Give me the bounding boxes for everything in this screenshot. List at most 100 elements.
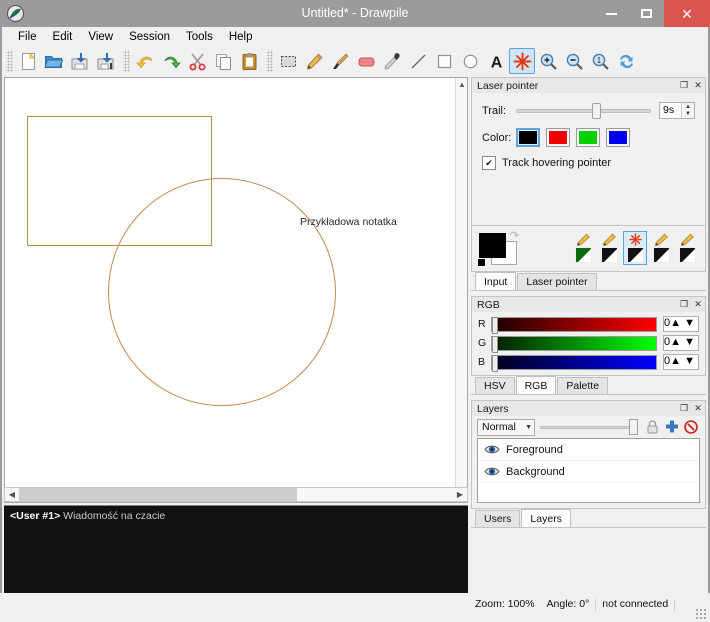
swap-colors-icon[interactable]: ↷	[510, 230, 519, 242]
float-icon[interactable]: ❐	[677, 298, 691, 312]
trail-slider[interactable]	[516, 102, 651, 119]
rgb-slider-handle-green[interactable]	[492, 335, 498, 353]
eye-icon[interactable]	[484, 466, 500, 478]
spin-down-icon[interactable]: ▼	[684, 355, 695, 367]
add-layer-button[interactable]	[662, 418, 681, 437]
float-icon[interactable]: ❐	[677, 79, 691, 93]
preset-laser[interactable]	[623, 231, 647, 265]
foreground-color-swatch[interactable]	[479, 232, 506, 258]
new-document-button[interactable]	[15, 48, 41, 74]
spin-up-icon[interactable]: ▲	[670, 355, 681, 367]
blend-mode-select[interactable]: Normal ▼	[477, 418, 535, 436]
spin-down-icon[interactable]: ▼	[684, 317, 695, 329]
laser-color-red[interactable]	[546, 128, 570, 147]
canvas-paper[interactable]: Przykładowa notatka	[5, 78, 455, 502]
float-icon[interactable]: ❐	[677, 402, 691, 416]
rgb-spinbox-blue[interactable]: 0 ▲ ▼	[663, 354, 699, 370]
laser-color-blue[interactable]	[606, 128, 630, 147]
tab-laser-pointer[interactable]: Laser pointer	[517, 273, 597, 290]
reset-rotation-button[interactable]	[613, 48, 639, 74]
tab-input[interactable]: Input	[475, 272, 517, 290]
spin-down-icon[interactable]: ▼	[682, 111, 694, 119]
zoom-original-button[interactable]: 1	[587, 48, 613, 74]
toolbar-grip-file[interactable]	[6, 50, 13, 72]
spin-up-icon[interactable]: ▲	[670, 317, 681, 329]
canvas-vertical-scrollbar[interactable]: ▲	[455, 78, 467, 502]
brush-tool[interactable]	[327, 48, 353, 74]
rgb-spinbox-green[interactable]: 0 ▲ ▼	[663, 335, 699, 351]
rgb-slider-handle-red[interactable]	[492, 316, 498, 334]
horizontal-scroll-thumb[interactable]	[19, 488, 297, 501]
tab-layers[interactable]: Layers	[521, 509, 571, 527]
spin-down-icon[interactable]: ▼	[684, 336, 695, 348]
tab-users[interactable]: Users	[475, 510, 521, 527]
trail-spin-arrows[interactable]: ▲ ▼	[681, 103, 694, 118]
ellipse-tool[interactable]	[457, 48, 483, 74]
preset-black-pencil-1[interactable]	[597, 231, 621, 265]
eraser-tool[interactable]	[353, 48, 379, 74]
toolbar-grip-tools[interactable]	[266, 50, 273, 72]
rectangle-tool[interactable]	[431, 48, 457, 74]
minimize-button[interactable]	[594, 0, 629, 27]
canvas-view[interactable]: Przykładowa notatka ▲	[4, 77, 468, 503]
close-icon[interactable]: ✕	[691, 79, 705, 93]
rgb-slider-handle-blue[interactable]	[492, 354, 498, 372]
reset-colors-icon[interactable]	[477, 257, 486, 267]
copy-button[interactable]	[210, 48, 236, 74]
menu-tools[interactable]: Tools	[178, 29, 221, 45]
preset-black-pencil-3[interactable]	[675, 231, 699, 265]
rgb-spin-arrows-red[interactable]: ▲ ▼	[670, 317, 695, 331]
zoom-in-button[interactable]	[535, 48, 561, 74]
toolbar-grip-edit[interactable]	[123, 50, 130, 72]
laser-pointer-tool[interactable]	[509, 48, 535, 74]
cut-button[interactable]	[184, 48, 210, 74]
save-button[interactable]	[67, 48, 93, 74]
track-hovering-pointer-checkbox[interactable]: ✔ Track hovering pointer	[482, 156, 695, 170]
color-selector[interactable]: ↷	[476, 230, 522, 267]
laser-color-green[interactable]	[576, 128, 600, 147]
layer-opacity-slider[interactable]	[540, 419, 638, 435]
scroll-left-icon[interactable]: ◀	[5, 488, 19, 501]
layer-row-background[interactable]: Background	[478, 461, 699, 483]
close-button[interactable]: ✕	[664, 0, 710, 27]
preset-green-pencil[interactable]	[571, 231, 595, 265]
close-icon[interactable]: ✕	[691, 402, 705, 416]
menu-view[interactable]: View	[80, 29, 121, 45]
horizontal-scroll-track[interactable]	[19, 488, 453, 501]
layer-row-foreground[interactable]: Foreground	[478, 439, 699, 461]
tab-rgb[interactable]: RGB	[515, 376, 557, 394]
paste-button[interactable]	[236, 48, 262, 74]
menu-file[interactable]: File	[10, 29, 45, 45]
spin-up-icon[interactable]: ▲	[670, 336, 681, 348]
opacity-handle[interactable]	[629, 419, 638, 435]
rgb-slider-red[interactable]	[491, 316, 657, 334]
undo-button[interactable]	[132, 48, 158, 74]
eye-icon[interactable]	[484, 444, 500, 456]
text-tool[interactable]: A	[483, 48, 509, 74]
menu-help[interactable]: Help	[221, 29, 261, 45]
rgb-slider-green[interactable]	[491, 335, 657, 353]
trail-slider-handle[interactable]	[591, 102, 601, 119]
open-file-button[interactable]	[41, 48, 67, 74]
trail-spinbox[interactable]: 9s ▲ ▼	[659, 102, 695, 119]
maximize-button[interactable]	[629, 0, 664, 27]
select-rectangle-tool[interactable]	[275, 48, 301, 74]
delete-layer-button[interactable]	[681, 418, 700, 437]
scroll-right-icon[interactable]: ▶	[453, 488, 467, 501]
lock-icon[interactable]	[643, 418, 662, 437]
preset-black-pencil-2[interactable]	[649, 231, 673, 265]
chat-log[interactable]: <User #1> Wiadomość na czacie	[4, 506, 468, 600]
rgb-slider-blue[interactable]	[491, 354, 657, 372]
rgb-spinbox-red[interactable]: 0 ▲ ▼	[663, 316, 699, 332]
spin-up-icon[interactable]: ▲	[682, 103, 694, 111]
canvas-horizontal-scrollbar[interactable]: ◀ ▶	[4, 487, 468, 502]
save-as-button[interactable]	[93, 48, 119, 74]
tab-hsv[interactable]: HSV	[475, 377, 515, 394]
redo-button[interactable]	[158, 48, 184, 74]
layer-list[interactable]: Foreground Background	[477, 438, 700, 503]
menu-edit[interactable]: Edit	[45, 29, 81, 45]
rgb-spin-arrows-green[interactable]: ▲ ▼	[670, 336, 695, 350]
pencil-tool[interactable]	[301, 48, 327, 74]
rgb-spin-arrows-blue[interactable]: ▲ ▼	[670, 355, 695, 369]
close-icon[interactable]: ✕	[691, 298, 705, 312]
